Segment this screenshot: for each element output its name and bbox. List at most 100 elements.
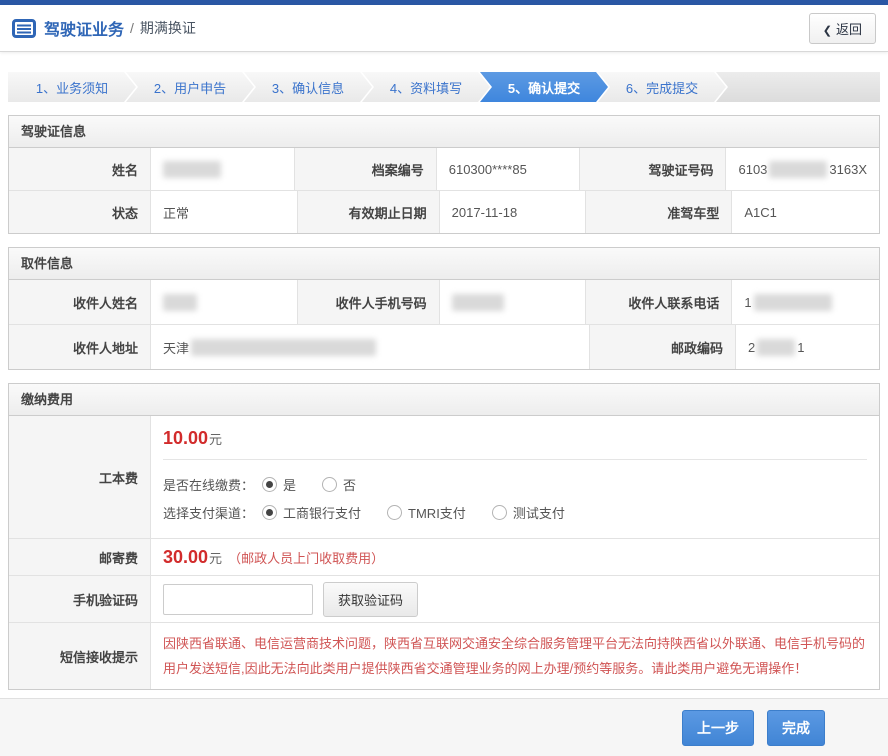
archive-number-label: 档案编号 [295,148,437,190]
redacted-blur [452,294,504,311]
postage-content: 30.00 元 （邮政人员上门收取费用） [151,539,879,575]
online-pay-yes-option[interactable]: 是 [262,475,296,494]
channel-tmri-option[interactable]: TMRI支付 [387,503,466,522]
recipient-address-value: 天津 [151,325,590,369]
step-wizard: 1、业务须知 2、用户申告 3、确认信息 4、资料填写 5、确认提交 6、完成提… [8,72,880,102]
captcha-input[interactable] [163,584,313,615]
pickup-section-title: 取件信息 [9,248,879,280]
license-info-section: 驾驶证信息 姓名 档案编号 610300****85 驾驶证号码 6103 316… [8,115,880,234]
page: 驾驶证业务 / 期满换证 ❮返回 1、业务须知 2、用户申告 3、确认信息 4、… [0,0,888,756]
recipient-name-label: 收件人姓名 [9,280,151,324]
recipient-phone-label: 收件人联系电话 [586,280,732,324]
license-section-title: 驾驶证信息 [9,116,879,148]
redacted-blur [163,161,221,178]
postage-amount: 30.00 [163,547,208,568]
phone-prefix: 1 [744,295,751,310]
radio-yes[interactable] [262,477,277,492]
address-prefix: 天津 [163,338,189,357]
license-fee-row: 工本费 10.00 元 是否在线缴费： 是 否 选择支付渠道： 工商银行支付 T… [9,416,879,538]
radio-channel-tmri[interactable] [387,505,402,520]
license-fee-amount: 10.00 [163,428,208,449]
postcode-value: 21 [736,325,879,369]
sms-notice-row: 短信接收提示 因陕西省联通、电信运营商技术问题，陕西省互联网交通安全综合服务管理… [9,622,879,689]
table-row: 收件人姓名 收件人手机号码 收件人联系电话 1 [9,280,879,324]
step-2-user-declaration[interactable]: 2、用户申告 [126,72,254,102]
archive-number-value: 610300****85 [437,148,581,190]
step-1-business-notice[interactable]: 1、业务须知 [8,72,136,102]
back-button-label: 返回 [836,22,862,37]
name-label: 姓名 [9,148,151,190]
online-pay-question-line: 是否在线缴费： 是 否 [163,470,867,498]
postage-fee-row: 邮寄费 30.00 元 （邮政人员上门收取费用） [9,538,879,575]
channel-test-label: 测试支付 [513,503,565,522]
chevron-left-icon: ❮ [823,25,832,37]
pay-channel-question: 选择支付渠道： [163,503,254,522]
table-row: 姓名 档案编号 610300****85 驾驶证号码 6103 3163X [9,148,879,190]
no-label: 否 [343,475,356,494]
online-pay-no-option[interactable]: 否 [322,475,356,494]
back-button[interactable]: ❮ 返回 [809,13,876,44]
recipient-mobile-label: 收件人手机号码 [298,280,440,324]
step-filler [716,72,880,102]
postage-label: 邮寄费 [9,539,151,575]
vehicle-class-label: 准驾车型 [586,191,732,233]
recipient-name-value [151,280,298,324]
redacted-blur [769,161,827,178]
radio-channel-icbc[interactable] [262,505,277,520]
recipient-address-label: 收件人地址 [9,325,151,369]
sms-notice-message: 因陕西省联通、电信运营商技术问题，陕西省互联网交通安全综合服务管理平台无法向持陕… [163,627,867,685]
vehicle-class-value: A1C1 [732,191,879,233]
postage-note: （邮政人员上门收取费用） [228,548,384,567]
fees-section-title: 缴纳费用 [9,384,879,416]
redacted-blur [163,294,197,311]
license-business-icon [12,19,36,38]
sms-notice-content: 因陕西省联通、电信运营商技术问题，陕西省互联网交通安全综合服务管理平台无法向持陕… [151,623,879,689]
expiry-date-value: 2017-11-18 [440,191,587,233]
online-pay-question: 是否在线缴费： [163,475,254,494]
license-number-suffix: 3163X [829,162,867,177]
sms-notice-label: 短信接收提示 [9,623,151,689]
postcode-label: 邮政编码 [590,325,736,369]
captcha-row: 手机验证码 获取验证码 [9,575,879,622]
step-6-complete-submit[interactable]: 6、完成提交 [598,72,726,102]
channel-icbc-option[interactable]: 工商银行支付 [262,503,361,522]
postage-unit: 元 [209,548,222,567]
page-header: 驾驶证业务 / 期满换证 ❮返回 [0,5,888,52]
step-4-fill-data[interactable]: 4、资料填写 [362,72,490,102]
step-3-confirm-info[interactable]: 3、确认信息 [244,72,372,102]
recipient-mobile-value [440,280,587,324]
license-fee-amount-line: 10.00 元 [163,428,867,449]
license-fee-unit: 元 [209,429,222,448]
expiry-date-label: 有效期止日期 [298,191,440,233]
breadcrumb-divider: / [130,20,134,36]
license-fee-label: 工本费 [9,416,151,538]
channel-test-option[interactable]: 测试支付 [492,503,565,522]
get-captcha-button[interactable]: 获取验证码 [323,582,418,617]
name-value [151,148,295,190]
fees-section: 缴纳费用 工本费 10.00 元 是否在线缴费： 是 否 选择支付渠道： 工商银… [8,383,880,690]
redacted-blur [754,294,832,311]
recipient-phone-value: 1 [732,280,879,324]
status-value: 正常 [151,191,298,233]
divider [163,459,867,460]
license-fee-content: 10.00 元 是否在线缴费： 是 否 选择支付渠道： 工商银行支付 TMRI支… [151,416,879,538]
redacted-blur [191,339,376,356]
status-label: 状态 [9,191,151,233]
footer-bar: 上一步 完成 [0,698,888,756]
license-number-label: 驾驶证号码 [580,148,726,190]
step-5-confirm-submit[interactable]: 5、确认提交 [480,72,608,102]
license-number-value: 6103 3163X [726,148,879,190]
captcha-label: 手机验证码 [9,576,151,622]
license-number-prefix: 6103 [738,162,767,177]
breadcrumb-current: 期满换证 [140,18,196,38]
pay-channel-line: 选择支付渠道： 工商银行支付 TMRI支付 测试支付 [163,498,867,526]
pickup-info-section: 取件信息 收件人姓名 收件人手机号码 收件人联系电话 1 收件人地址 天津 邮政… [8,247,880,370]
finish-button[interactable]: 完成 [767,710,825,746]
redacted-blur [757,339,795,356]
table-row: 收件人地址 天津 邮政编码 21 [9,324,879,369]
postcode-prefix: 2 [748,340,755,355]
previous-step-button[interactable]: 上一步 [682,710,754,746]
radio-no[interactable] [322,477,337,492]
radio-channel-test[interactable] [492,505,507,520]
channel-tmri-label: TMRI支付 [408,503,466,522]
